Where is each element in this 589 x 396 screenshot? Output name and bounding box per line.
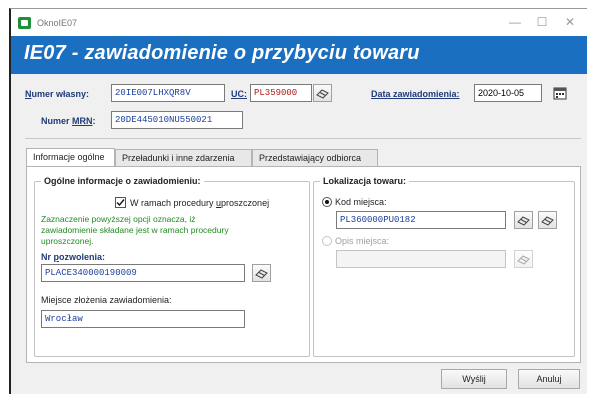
maximize-button[interactable]: ☐ [532, 15, 552, 29]
app-icon [18, 17, 31, 29]
tab-przedstawiajacy-odbiorca[interactable]: Przedstawiający odbiorca [252, 149, 378, 166]
window-title: OknoIE07 [37, 18, 78, 28]
form-banner: IE07 - zawiadomienie o przybyciu towaru [11, 36, 587, 74]
opis-miejsca-radio[interactable] [322, 236, 332, 246]
uproszczona-checkbox[interactable] [115, 197, 126, 208]
tab-panel: Ogólne informacje o zawiadomieniu: W ram… [26, 166, 581, 363]
send-button[interactable]: Wyślij [441, 369, 507, 389]
miejsce-zlozenia-label: Miejsce złożenia zawiadomienia: [41, 295, 172, 305]
tab-przeladunki[interactable]: Przeładunki i inne zdarzenia [115, 149, 252, 166]
uc-label: UC: [231, 89, 247, 99]
uproszczona-label: W ramach procedury uproszczonej [130, 198, 270, 208]
uc-lookup-eraser-icon[interactable] [313, 84, 332, 102]
calendar-icon[interactable] [552, 84, 568, 102]
opis-miejsca-label: Opis miejsca: [335, 236, 390, 246]
kod-miejsca-radio[interactable] [322, 197, 332, 207]
location-title: Lokalizacja towaru: [320, 176, 410, 186]
main-window: OknoIE07 — ☐ ✕ IE07 - zawiadomienie o pr… [9, 8, 587, 394]
cancel-button[interactable]: Anuluj [518, 369, 580, 389]
uproszczona-note: Zaznaczenie powyższej opcji oznacza, iż … [41, 214, 229, 246]
numer-wlasny-label: Numer własny: [25, 89, 90, 99]
data-zawiadomienia-field[interactable]: 2020-10-05 [474, 84, 542, 102]
kod-miejsca-field[interactable]: PL360000PU0182 [336, 211, 506, 229]
close-button[interactable]: ✕ [560, 15, 580, 29]
form-title: IE07 - zawiadomienie o przybyciu towaru [24, 42, 420, 64]
header-divider [25, 138, 581, 139]
kod-miejsca-label: Kod miejsca: [335, 197, 387, 207]
minimize-button[interactable]: — [505, 15, 525, 29]
kod-miejsca-eraser-icon[interactable] [514, 211, 533, 229]
numer-wlasny-field[interactable]: 20IE007LHXQR8V [111, 84, 225, 102]
nr-pozwolenia-label: Nr pozwolenia: [41, 252, 106, 262]
tab-informacje-ogolne[interactable]: Informacje ogólne [26, 148, 115, 167]
general-info-group: Ogólne informacje o zawiadomieniu: W ram… [34, 176, 310, 357]
nr-pozwolenia-eraser-icon[interactable] [252, 264, 271, 282]
mrn-field[interactable]: 20DE445010NU550021 [111, 111, 243, 129]
general-info-title: Ogólne informacje o zawiadomieniu: [41, 176, 204, 186]
opis-miejsca-field[interactable] [336, 250, 506, 268]
title-bar: OknoIE07 — ☐ ✕ [11, 9, 587, 36]
uc-field[interactable]: PL359000 [250, 84, 312, 102]
location-group: Lokalizacja towaru: Kod miejsca: PL36000… [313, 176, 575, 357]
kod-miejsca-lookup-icon[interactable] [538, 211, 557, 229]
mrn-label: Numer MRN: [41, 116, 96, 126]
miejsce-zlozenia-field[interactable]: Wrocław [41, 310, 245, 328]
opis-miejsca-eraser-icon[interactable] [514, 250, 533, 268]
nr-pozwolenia-field[interactable]: PLACE340000190009 [41, 264, 245, 282]
data-zawiadomienia-label: Data zawiadomienia: [371, 89, 460, 99]
